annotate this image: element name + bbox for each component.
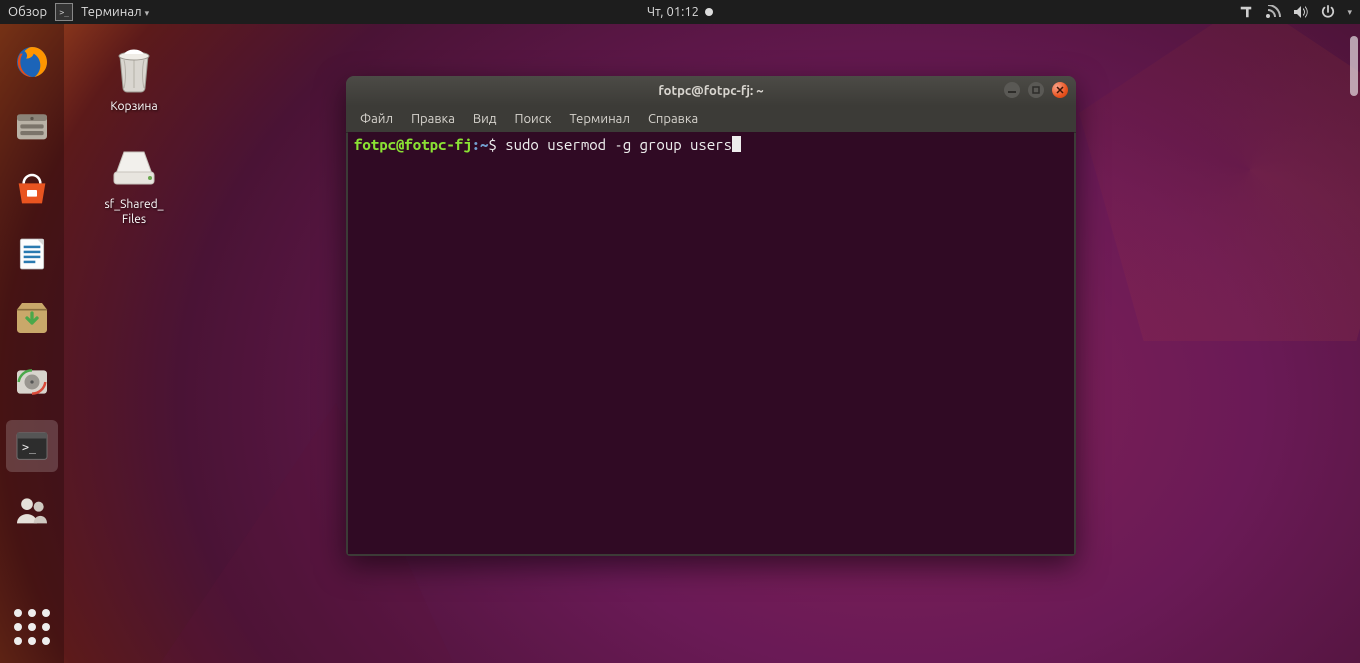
- terminal-command: sudo usermod -g group users: [505, 136, 732, 153]
- wallpaper-decor: [1060, 0, 1360, 360]
- prompt-userhost: fotpc@fotpc-fj: [354, 136, 472, 153]
- libreoffice-writer-icon[interactable]: [6, 228, 58, 280]
- terminal-icon[interactable]: >_: [6, 420, 58, 472]
- system-tray[interactable]: ▾: [1239, 5, 1352, 19]
- window-titlebar[interactable]: fotpc@fotpc-fj: ~: [346, 76, 1076, 106]
- files-icon[interactable]: [6, 100, 58, 152]
- window-title: fotpc@fotpc-fj: ~: [658, 84, 763, 98]
- desktop-icons: Корзина sf_Shared_ Files: [90, 40, 178, 251]
- users-icon[interactable]: [6, 484, 58, 536]
- shared-drive-icon[interactable]: sf_Shared_ Files: [90, 138, 178, 227]
- prompt-colon: :: [472, 136, 480, 153]
- desktop: Обзор Терминал ▾ Чт, 01:12 ▾: [0, 0, 1360, 663]
- firefox-icon[interactable]: [6, 36, 58, 88]
- icon-label: Корзина: [90, 100, 178, 114]
- disks-icon[interactable]: [6, 356, 58, 408]
- chevron-down-icon: ▾: [1347, 7, 1352, 18]
- trash-icon[interactable]: Корзина: [90, 40, 178, 114]
- terminal-body[interactable]: fotpc@fotpc-fj:~$ sudo usermod -g group …: [348, 132, 1074, 554]
- menu-terminal[interactable]: Терминал: [561, 110, 637, 128]
- icon-label: sf_Shared_ Files: [90, 198, 178, 227]
- apps-grid-icon[interactable]: [6, 601, 58, 653]
- power-icon[interactable]: [1321, 5, 1335, 19]
- software-center-icon[interactable]: [6, 164, 58, 216]
- scroll-thumb[interactable]: [1350, 36, 1358, 96]
- notification-dot-icon: [705, 8, 713, 16]
- input-source-icon[interactable]: [1239, 5, 1253, 19]
- menu-view[interactable]: Вид: [465, 110, 505, 128]
- network-icon[interactable]: [1265, 5, 1281, 19]
- dock: >_: [0, 24, 64, 663]
- terminal-icon: [55, 3, 73, 21]
- download-icon[interactable]: [6, 292, 58, 344]
- menu-search[interactable]: Поиск: [506, 110, 559, 128]
- menu-help[interactable]: Справка: [640, 110, 706, 128]
- menu-edit[interactable]: Правка: [403, 110, 463, 128]
- chevron-down-icon: ▾: [145, 8, 150, 18]
- window-menubar: Файл Правка Вид Поиск Терминал Справка: [346, 106, 1076, 133]
- top-bar: Обзор Терминал ▾ Чт, 01:12 ▾: [0, 0, 1360, 24]
- clock-button[interactable]: Чт, 01:12: [647, 5, 713, 19]
- prompt-suffix: $: [488, 136, 496, 153]
- menu-file[interactable]: Файл: [352, 110, 401, 128]
- app-menu-button[interactable]: Терминал ▾: [81, 5, 149, 19]
- minimize-button[interactable]: [1004, 82, 1020, 98]
- close-button[interactable]: [1052, 82, 1068, 98]
- activities-button[interactable]: Обзор: [8, 5, 47, 19]
- maximize-button[interactable]: [1028, 82, 1044, 98]
- volume-icon[interactable]: [1293, 5, 1309, 19]
- text-cursor: [732, 136, 741, 152]
- terminal-window: fotpc@fotpc-fj: ~ Файл Правка Вид Поиск …: [346, 76, 1076, 556]
- page-scrollbar[interactable]: [1342, 24, 1360, 663]
- svg-text:>_: >_: [22, 440, 37, 454]
